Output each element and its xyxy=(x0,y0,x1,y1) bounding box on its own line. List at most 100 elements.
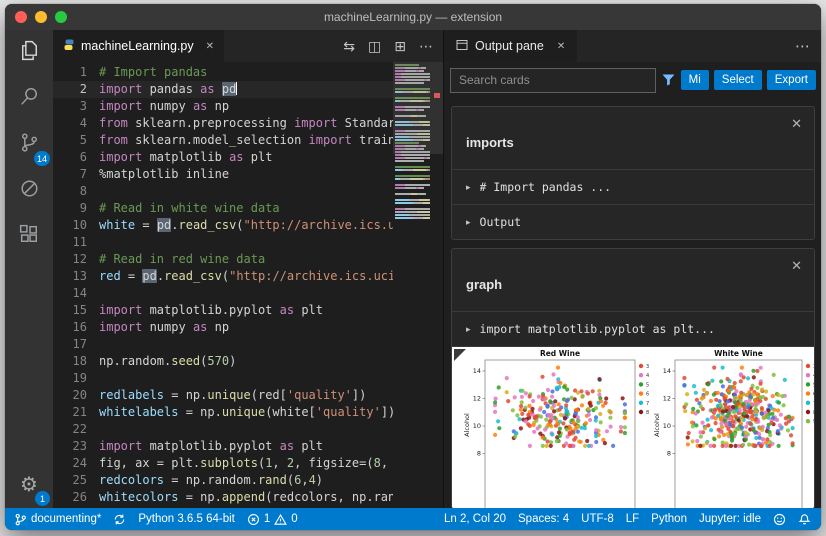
code-line[interactable]: 18 np.random.seed(570) xyxy=(53,353,393,370)
code-line[interactable]: 26 whitecolors = np.append(redcolors, np.… xyxy=(53,489,393,506)
export-button[interactable]: Export xyxy=(766,70,816,90)
status-language-mode[interactable]: Python xyxy=(651,513,687,525)
line-number[interactable]: 14 xyxy=(53,285,99,302)
code-line[interactable]: 10 white = pd.read_csv("http://archive.ic… xyxy=(53,217,393,234)
card-close-icon[interactable]: ✕ xyxy=(791,116,802,132)
line-number[interactable]: 3 xyxy=(53,98,99,115)
code-line[interactable]: 15 import matplotlib.pyplot as plt xyxy=(53,302,393,319)
svg-text:7: 7 xyxy=(646,401,649,407)
chevron-right-icon: ▸ xyxy=(466,181,471,192)
line-number[interactable]: 8 xyxy=(53,183,99,200)
card-row[interactable]: ▸ import matplotlib.pyplot as plt... xyxy=(452,311,814,346)
feedback-smiley-icon[interactable] xyxy=(773,513,786,526)
mi-button[interactable]: Mi xyxy=(680,70,709,90)
code-line[interactable]: 24 fig, ax = plt.subplots(1, 2, figsize=(… xyxy=(53,455,393,472)
card-row[interactable]: ▸ Output xyxy=(452,204,814,239)
line-number[interactable]: 25 xyxy=(53,472,99,489)
svg-text:10: 10 xyxy=(473,422,481,430)
card-row[interactable]: ▸ # Import pandas ... xyxy=(452,169,814,204)
line-number[interactable]: 10 xyxy=(53,217,99,234)
tab-label: machineLearning.py xyxy=(81,39,194,53)
line-number[interactable]: 20 xyxy=(53,387,99,404)
panel-more-actions-icon[interactable]: ⋯ xyxy=(795,30,821,62)
line-number[interactable]: 15 xyxy=(53,302,99,319)
code-line[interactable]: 16 import numpy as np xyxy=(53,319,393,336)
code-line[interactable]: 19 xyxy=(53,370,393,387)
status-branch[interactable]: documenting* xyxy=(14,513,101,526)
line-number[interactable]: 17 xyxy=(53,336,99,353)
settings-button[interactable]: ⚙ 1 xyxy=(5,462,53,508)
code-line[interactable]: 8 xyxy=(53,183,393,200)
tab-output-pane[interactable]: Output pane ✕ xyxy=(444,30,578,62)
sync-icon[interactable] xyxy=(113,513,126,526)
line-number[interactable]: 12 xyxy=(53,251,99,268)
status-jupyter[interactable]: Jupyter: idle xyxy=(699,513,761,525)
more-actions-icon[interactable]: ⋯ xyxy=(419,38,433,55)
code-text: # Read in red wine data xyxy=(99,252,266,266)
sidebar-item-source-control[interactable]: 14 xyxy=(5,122,53,168)
line-number[interactable]: 21 xyxy=(53,404,99,421)
tab-machinelearning-py[interactable]: machineLearning.py ✕ xyxy=(53,30,224,62)
status-eol[interactable]: LF xyxy=(626,513,639,525)
sidebar-item-extensions[interactable] xyxy=(5,214,53,260)
card-close-icon[interactable]: ✕ xyxy=(791,258,802,274)
filter-icon[interactable] xyxy=(661,73,676,87)
code-line[interactable]: 1 # Import pandas xyxy=(53,64,393,81)
code-line[interactable]: 25 redcolors = np.random.rand(6,4) xyxy=(53,472,393,489)
code-line[interactable]: 23 import matplotlib.pyplot as plt xyxy=(53,438,393,455)
line-number[interactable]: 23 xyxy=(53,438,99,455)
notifications-bell-icon[interactable] xyxy=(798,513,811,526)
line-number[interactable]: 19 xyxy=(53,370,99,387)
line-number[interactable]: 1 xyxy=(53,64,99,81)
code-line[interactable]: 2 import pandas as pd xyxy=(53,81,393,98)
toggle-layout-icon[interactable]: ⊞ xyxy=(394,38,406,55)
scrollbar-slider[interactable] xyxy=(393,62,443,154)
line-number[interactable]: 26 xyxy=(53,489,99,506)
status-indentation[interactable]: Spaces: 4 xyxy=(518,513,569,525)
line-number[interactable]: 24 xyxy=(53,455,99,472)
code-line[interactable]: 13 red = pd.read_csv("http://archive.ics.… xyxy=(53,268,393,285)
code-line[interactable]: 9 # Read in white wine data xyxy=(53,200,393,217)
panel-tab-close-icon[interactable]: ✕ xyxy=(557,41,565,52)
line-number[interactable]: 4 xyxy=(53,115,99,132)
code-line[interactable]: 7 %matplotlib inline xyxy=(53,166,393,183)
code-line[interactable]: 20 redlabels = np.unique(red['quality']) xyxy=(53,387,393,404)
search-input[interactable] xyxy=(450,67,656,93)
line-number[interactable]: 18 xyxy=(53,353,99,370)
sidebar-item-explorer[interactable] xyxy=(5,30,53,76)
sidebar-item-debug[interactable] xyxy=(5,168,53,214)
code-line[interactable]: 6 import matplotlib as plt xyxy=(53,149,393,166)
line-number[interactable]: 13 xyxy=(53,268,99,285)
select-button[interactable]: Select xyxy=(713,70,762,90)
warning-icon xyxy=(274,513,288,525)
svg-text:3: 3 xyxy=(646,364,649,370)
titlebar[interactable]: machineLearning.py — extension xyxy=(5,4,821,30)
line-number[interactable]: 5 xyxy=(53,132,99,149)
code-editor[interactable]: 1 # Import pandas 2 import pandas as pd 3 imp… xyxy=(53,62,393,508)
status-encoding[interactable]: UTF-8 xyxy=(581,513,614,525)
line-number[interactable]: 22 xyxy=(53,421,99,438)
code-line[interactable]: 3 import numpy as np xyxy=(53,98,393,115)
code-line[interactable]: 11 xyxy=(53,234,393,251)
code-line[interactable]: 17 xyxy=(53,336,393,353)
split-editor-icon[interactable]: ◫ xyxy=(368,38,381,55)
code-line[interactable]: 5 from sklearn.model_selection import tra… xyxy=(53,132,393,149)
sidebar-item-search[interactable] xyxy=(5,76,53,122)
line-number[interactable]: 16 xyxy=(53,319,99,336)
plot-resize-handle[interactable] xyxy=(454,349,466,361)
line-number[interactable]: 6 xyxy=(53,149,99,166)
code-line[interactable]: 22 xyxy=(53,421,393,438)
code-line[interactable]: 12 # Read in red wine data xyxy=(53,251,393,268)
code-line[interactable]: 21 whitelabels = np.unique(white['quality… xyxy=(53,404,393,421)
line-number[interactable]: 7 xyxy=(53,166,99,183)
status-problems[interactable]: 1 0 xyxy=(247,513,298,526)
tab-close-icon[interactable]: ✕ xyxy=(206,41,214,52)
line-number[interactable]: 9 xyxy=(53,200,99,217)
status-python-interpreter[interactable]: Python 3.6.5 64-bit xyxy=(138,513,235,525)
open-changes-icon[interactable]: ⇆ xyxy=(343,38,355,55)
code-line[interactable]: 14 xyxy=(53,285,393,302)
line-number[interactable]: 2 xyxy=(53,81,99,98)
line-number[interactable]: 11 xyxy=(53,234,99,251)
code-line[interactable]: 4 from sklearn.preprocessing import Stand… xyxy=(53,115,393,132)
status-line-col[interactable]: Ln 2, Col 20 xyxy=(444,513,506,525)
